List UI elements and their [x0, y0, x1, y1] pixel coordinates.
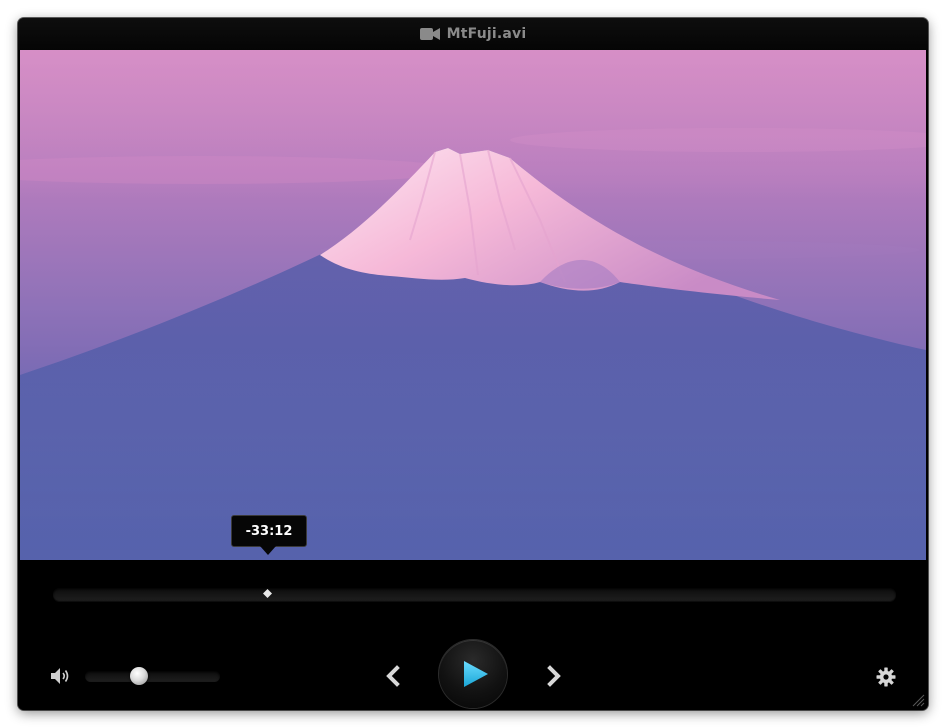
window-title: MtFuji.avi [446, 26, 527, 42]
video-player-window: MtFuji.avi -33:12 [18, 18, 928, 710]
mountain-landscape-image [20, 50, 926, 560]
volume-slider[interactable] [85, 671, 220, 682]
seek-time-tooltip: -33:12 [231, 515, 307, 547]
resize-grip-icon[interactable] [911, 693, 925, 707]
gear-icon[interactable] [876, 667, 896, 687]
control-bar [18, 561, 928, 710]
chevron-left-icon[interactable] [382, 664, 404, 688]
play-icon [464, 661, 488, 687]
seek-position-marker[interactable] [263, 589, 273, 598]
seek-bar[interactable] [53, 588, 896, 601]
speaker-icon[interactable] [51, 667, 71, 685]
title-bar[interactable]: MtFuji.avi [18, 18, 928, 51]
video-frame[interactable] [20, 50, 926, 560]
chevron-right-icon[interactable] [543, 664, 565, 688]
play-button[interactable] [439, 640, 507, 708]
tooltip-arrow [260, 546, 276, 555]
volume-slider-knob[interactable] [130, 667, 148, 685]
video-camera-icon [419, 28, 440, 40]
